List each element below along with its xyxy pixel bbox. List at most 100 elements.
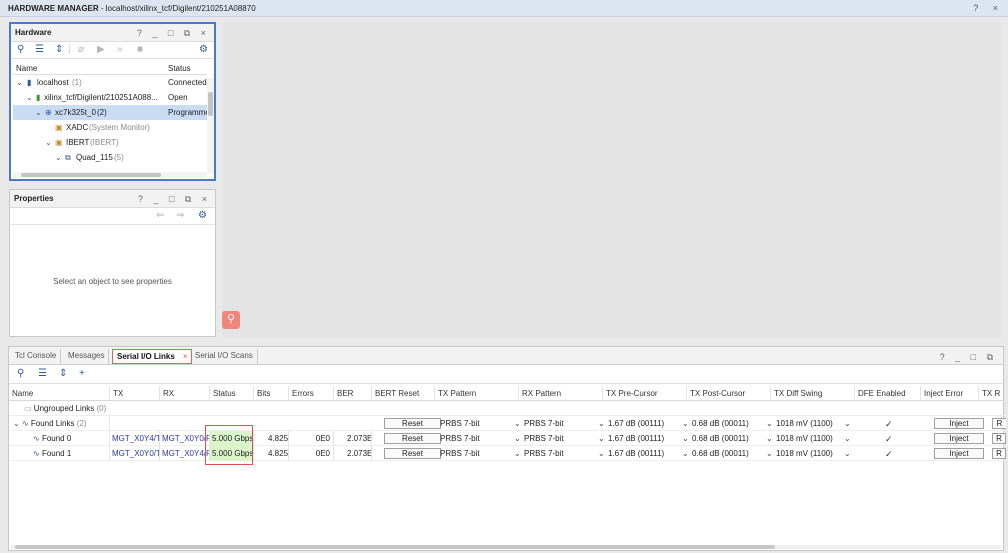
tx-reset-button[interactable]: R xyxy=(992,418,1006,429)
col-ber[interactable]: BER xyxy=(334,386,372,401)
close-icon[interactable]: × xyxy=(183,352,188,361)
chevron-down-icon[interactable]: ⌄ xyxy=(514,419,521,428)
chevron-down-icon[interactable]: ⌄ xyxy=(682,419,689,428)
col-bits[interactable]: Bits xyxy=(254,386,289,401)
rx-pattern-select[interactable]: PRBS 7-bit xyxy=(524,434,564,443)
run-all-icon[interactable]: » xyxy=(117,45,123,55)
chevron-down-icon[interactable]: ⌄ xyxy=(682,434,689,443)
tx-pattern-select[interactable]: PRBS 7-bit xyxy=(440,434,480,443)
chevron-down-icon[interactable]: ⌄ xyxy=(13,419,20,428)
chevron-down-icon[interactable]: ⌄ xyxy=(766,419,773,428)
chevron-down-icon[interactable]: ⌄ xyxy=(55,153,62,162)
chevron-down-icon[interactable]: ⌄ xyxy=(35,108,42,117)
stop-icon[interactable]: ■ xyxy=(137,45,143,55)
tab-serial-io-links[interactable]: Serial I/O Links × xyxy=(112,349,193,364)
tx-post-cursor-select[interactable]: 0.68 dB (00011) xyxy=(692,449,749,458)
tree-row-xadc[interactable]: ▣ XADC (System Monitor) xyxy=(13,120,207,135)
tx-diff-swing-select[interactable]: 1018 mV (1100) xyxy=(776,434,833,443)
link-rx[interactable]: MGT_X0Y4/RX xyxy=(160,446,210,461)
collapse-all-icon[interactable]: ☰ xyxy=(38,369,47,379)
col-dfe-enabled[interactable]: DFE Enabled xyxy=(855,386,921,401)
col-rx-pattern[interactable]: RX Pattern xyxy=(519,386,603,401)
tree-row-device[interactable]: ⌄ ⊕ xc7k325t_0 (2) Programme xyxy=(13,105,210,120)
search-icon[interactable]: ⚲ xyxy=(17,369,24,379)
col-status[interactable]: Status xyxy=(210,386,254,401)
reset-button[interactable]: Reset xyxy=(384,418,441,429)
col-rx[interactable]: RX xyxy=(160,386,210,401)
window-controls[interactable]: ? × xyxy=(973,3,1004,13)
chevron-down-icon[interactable]: ⌄ xyxy=(514,434,521,443)
tx-diff-swing-select[interactable]: 1018 mV (1100) xyxy=(776,419,833,428)
expand-all-icon[interactable]: ⇕ xyxy=(59,369,67,379)
chevron-down-icon[interactable]: ⌄ xyxy=(766,449,773,458)
link-tx[interactable]: MGT_X0Y4/TX xyxy=(110,431,160,446)
dfe-checkbox[interactable]: ✓ xyxy=(885,449,893,460)
inject-button[interactable]: Inject xyxy=(934,418,984,429)
dfe-checkbox[interactable]: ✓ xyxy=(885,434,893,445)
run-icon[interactable]: ▶ xyxy=(97,45,105,55)
tx-diff-swing-select[interactable]: 1018 mV (1100) xyxy=(776,449,833,458)
chevron-down-icon[interactable]: ⌄ xyxy=(844,419,851,428)
chevron-down-icon[interactable]: ⌄ xyxy=(45,138,52,147)
chevron-down-icon[interactable]: ⌄ xyxy=(598,434,605,443)
table-row[interactable]: ∿ Found 0 MGT_X0Y4/TX MGT_X0Y0/RX 5.000 … xyxy=(9,431,1006,446)
chevron-down-icon[interactable]: ⌄ xyxy=(844,449,851,458)
vertical-scrollbar[interactable] xyxy=(207,78,214,174)
gear-icon[interactable]: ⚙ xyxy=(198,211,207,221)
tree-row-target[interactable]: ⌄ ▮ xilinx_tcf/Digilent/210251A088... Op… xyxy=(13,90,207,105)
bottom-panel-controls[interactable]: ? _ □ ⧉ xyxy=(940,352,997,363)
inject-button[interactable]: Inject xyxy=(934,448,984,459)
tx-pattern-select[interactable]: PRBS 7-bit xyxy=(440,419,480,428)
reset-button[interactable]: Reset xyxy=(384,433,441,444)
col-tx-reset[interactable]: TX R xyxy=(979,386,1005,401)
table-row[interactable]: ∿ Found 1 MGT_X0Y0/TX MGT_X0Y4/RX 5.000 … xyxy=(9,446,1006,461)
col-tx-pattern[interactable]: TX Pattern xyxy=(435,386,519,401)
search-icon[interactable]: ⚲ xyxy=(17,45,24,55)
hardware-panel-controls[interactable]: ? _ □ ⧉ × xyxy=(137,28,210,39)
tx-post-cursor-select[interactable]: 0.68 dB (00011) xyxy=(692,419,749,428)
tx-pre-cursor-select[interactable]: 1.67 dB (00111) xyxy=(608,419,664,428)
chevron-down-icon[interactable]: ⌄ xyxy=(766,434,773,443)
flow-navigator-search-icon[interactable]: ⚲ xyxy=(222,311,240,329)
col-tx[interactable]: TX xyxy=(110,386,160,401)
rx-pattern-select[interactable]: PRBS 7-bit xyxy=(524,419,564,428)
tree-row-quad[interactable]: ⌄ ⧉ Quad_115 (5) xyxy=(13,150,207,165)
col-inject-error[interactable]: Inject Error xyxy=(921,386,979,401)
rx-pattern-select[interactable]: PRBS 7-bit xyxy=(524,449,564,458)
inject-button[interactable]: Inject xyxy=(934,433,984,444)
col-tx-pre-cursor[interactable]: TX Pre-Cursor xyxy=(603,386,687,401)
col-tx-diff-swing[interactable]: TX Diff Swing xyxy=(771,386,855,401)
chevron-down-icon[interactable]: ⌄ xyxy=(844,434,851,443)
tx-pre-cursor-select[interactable]: 1.67 dB (00111) xyxy=(608,434,664,443)
col-status[interactable]: Status xyxy=(168,64,191,73)
add-link-icon[interactable]: + xyxy=(79,369,85,379)
forward-arrow-icon[interactable]: ⇒ xyxy=(176,211,184,221)
expand-all-icon[interactable]: ⇕ xyxy=(55,45,63,55)
tx-reset-button[interactable]: R xyxy=(992,433,1006,444)
collapse-all-icon[interactable]: ☰ xyxy=(35,45,44,55)
horizontal-scrollbar[interactable] xyxy=(11,545,1001,549)
tab-messages[interactable]: Messages xyxy=(64,349,110,364)
found-links-row[interactable]: ⌄ ∿ Found Links (2) Reset PRBS 7-bit ⌄ PR… xyxy=(9,416,1006,431)
dfe-checkbox[interactable]: ✓ xyxy=(885,419,893,430)
tx-pattern-select[interactable]: PRBS 7-bit xyxy=(440,449,480,458)
tree-row-localhost[interactable]: ⌄ ▮ localhost (1) Connected xyxy=(13,75,207,90)
tab-serial-io-scans[interactable]: Serial I/O Scans xyxy=(191,349,258,364)
tab-tcl-console[interactable]: Tcl Console xyxy=(11,349,62,364)
col-bert-reset[interactable]: BERT Reset xyxy=(372,386,435,401)
chevron-down-icon[interactable]: ⌄ xyxy=(682,449,689,458)
col-name[interactable]: Name xyxy=(9,386,110,401)
gear-icon[interactable]: ⚙ xyxy=(199,45,208,55)
back-arrow-icon[interactable]: ⇐ xyxy=(156,211,164,221)
col-tx-post-cursor[interactable]: TX Post-Cursor xyxy=(687,386,771,401)
properties-panel-controls[interactable]: ? _ □ ⧉ × xyxy=(138,194,211,205)
tx-pre-cursor-select[interactable]: 1.67 dB (00111) xyxy=(608,449,664,458)
connect-icon[interactable]: ⌀ xyxy=(78,45,84,55)
ungrouped-links-row[interactable]: ▭ Ungrouped Links (0) xyxy=(9,401,1005,416)
reset-button[interactable]: Reset xyxy=(384,448,441,459)
tree-row-ibert[interactable]: ⌄ ▣ IBERT (IBERT) xyxy=(13,135,207,150)
link-tx[interactable]: MGT_X0Y0/TX xyxy=(110,446,160,461)
chevron-down-icon[interactable]: ⌄ xyxy=(514,449,521,458)
link-rx[interactable]: MGT_X0Y0/RX xyxy=(160,431,210,446)
horizontal-scrollbar[interactable] xyxy=(13,172,207,178)
